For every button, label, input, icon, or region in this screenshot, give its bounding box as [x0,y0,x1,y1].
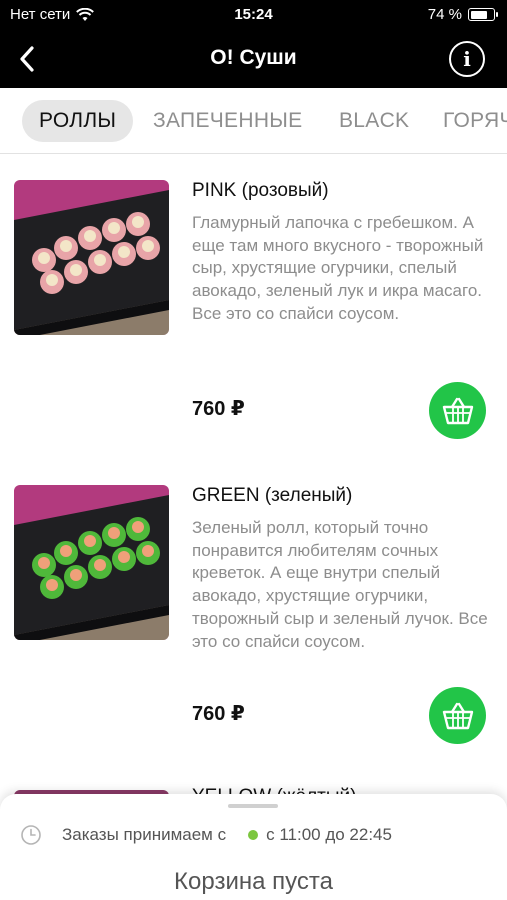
add-to-cart-button[interactable] [429,687,486,744]
page-title: O! Суши [210,46,297,69]
tab-rolls[interactable]: РОЛЛЫ [22,100,134,142]
tab-baked[interactable]: ЗАПЕЧЕННЫЕ [153,100,303,142]
cart-bottom-sheet[interactable]: Заказы принимаем с с 11:00 до 22:45 Корз… [0,794,507,900]
product-name: GREEN (зеленый) [192,485,353,506]
product-price: 760 ₽ [192,398,245,420]
sheet-handle[interactable] [228,804,278,808]
basket-icon [442,397,473,424]
hours-label: Заказы принимаем с [62,825,227,844]
battery-indicator: 74 % [427,6,498,23]
info-button[interactable]: i [449,41,485,77]
info-icon: i [463,47,471,71]
tab-black[interactable]: BLACK [339,100,409,142]
product-image [14,180,169,335]
add-to-cart-button[interactable] [429,382,486,439]
product-description: Зеленый ролл, который точно понравится л… [192,518,488,651]
nav-bar: O! Суши i [0,30,507,88]
battery-percent: 74 % [427,6,462,23]
order-hours: Заказы принимаем с с 11:00 до 22:45 [20,824,392,846]
product-photo [14,180,169,335]
product-name: PINK (розовый) [192,180,329,201]
battery-icon [468,8,498,21]
hours-value: с 11:00 до 22:45 [266,825,392,844]
cart-status: Корзина пуста [174,868,333,895]
product-image [14,485,169,640]
product-card[interactable]: PINK (розовый) Гламурный лапочка с гребе… [0,180,507,470]
open-status-dot [248,830,259,840]
tab-hot[interactable]: ГОРЯЧ [443,100,507,142]
category-tabs: РОЛЛЫ ЗАПЕЧЕННЫЕ BLACK ГОРЯЧ [0,88,507,154]
basket-icon [442,702,473,729]
product-photo [14,485,169,640]
clock-icon [21,825,41,845]
product-price: 760 ₽ [192,703,245,725]
status-bar: Нет сети 15:24 74 % [0,0,507,30]
product-description: Гламурный лапочка с гребешком. А еще там… [192,213,484,323]
battery-fill [470,10,487,19]
product-card[interactable]: GREEN (зеленый) Зеленый ролл, который то… [0,485,507,775]
